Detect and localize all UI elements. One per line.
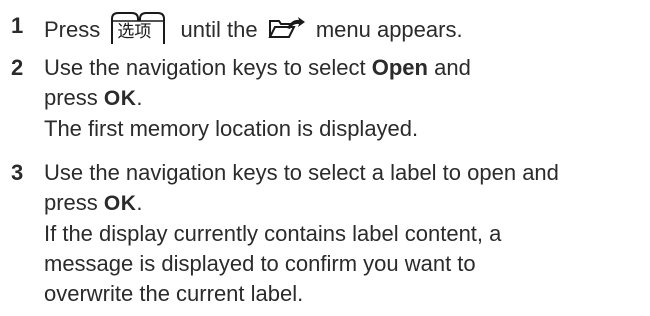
step-body: Press 选项 until the menu appears.: [44, 11, 644, 47]
step-line: Press 选项 until the menu appears.: [44, 11, 644, 47]
step-text: .: [136, 190, 143, 215]
step-text: .: [136, 85, 143, 110]
step-number: 3: [11, 160, 24, 185]
step-text: and: [434, 55, 471, 80]
instruction-page: 1 Press 选项 until the menu appears. 2 Use…: [0, 0, 650, 316]
step-text: menu appears.: [315, 17, 463, 42]
ok-key: OK: [103, 192, 137, 215]
step-line: Use the navigation keys to select a labe…: [44, 160, 559, 185]
step-text: press: [44, 85, 98, 110]
step-text: Use the navigation keys to select: [44, 55, 366, 80]
step-result: message is displayed to confirm you want…: [44, 251, 476, 276]
open-command: Open: [371, 55, 428, 80]
step-body: Use the navigation keys to select a labe…: [44, 158, 644, 309]
step-result: The first memory location is displayed.: [44, 116, 419, 141]
step-result: overwrite the current label.: [44, 281, 304, 306]
step-text: press: [44, 190, 98, 215]
step-number: 2: [11, 55, 24, 80]
step-line: Use the navigation keys to select Open a…: [44, 53, 644, 83]
step-line: press OK.: [44, 188, 644, 219]
step-line: press OK.: [44, 83, 644, 114]
ok-key: OK: [103, 87, 137, 110]
file-open-menu-icon: [268, 17, 306, 47]
step-text: until the: [180, 17, 258, 42]
options-key-label: 选项: [117, 22, 152, 42]
step-result: If the display currently contains label …: [44, 221, 502, 246]
step-number: 1: [11, 13, 24, 38]
step-body: Use the navigation keys to select Open a…: [44, 53, 644, 144]
options-key-icon: 选项: [110, 11, 168, 45]
step-text: Press: [44, 17, 101, 42]
section-heading-cropped: [22, 0, 28, 8]
